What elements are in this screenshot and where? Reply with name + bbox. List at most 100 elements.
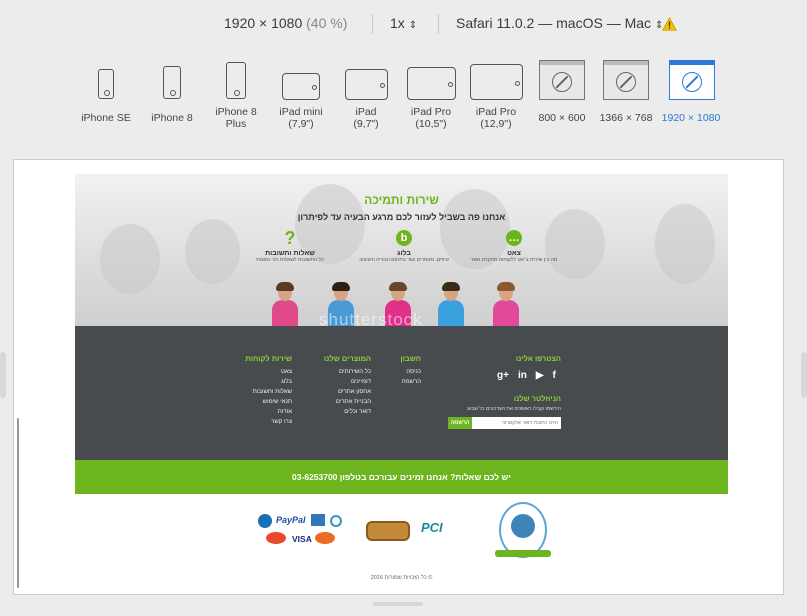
footer-link[interactable]: כניסה (371, 367, 421, 377)
footer-link[interactable]: אודות (230, 407, 292, 417)
device-label: 1366 × 768 (599, 112, 653, 124)
newsletter-desc: הירשמו וקבלו ראשונים את העדכונים כל שבוע (467, 406, 561, 412)
linkedin-icon[interactable]: in (518, 370, 527, 381)
side-handle-right[interactable] (801, 352, 807, 398)
device-sublabel: (7,9") (288, 118, 314, 130)
device-sublabel: (9,7") (353, 118, 379, 130)
browser-value: Safari 11.0.2 — macOS — Mac (456, 15, 652, 31)
footer-products: המוצרים שלנו כל השירותים דומיינים אחסון … (311, 354, 371, 417)
footer-link[interactable]: שאלות ותשובות (230, 387, 292, 397)
tablet-icon (345, 69, 388, 100)
feature-desc: כל התשובות לשאלות הכי נפוצות (256, 257, 324, 263)
pci-logo: PCI (421, 520, 443, 535)
scrollbar[interactable] (17, 418, 19, 588)
compass-icon (616, 72, 636, 92)
mastercard-logo (315, 532, 335, 544)
device-label: 1920 × 1080 (661, 112, 721, 124)
device-sublabel: (12,9") (480, 118, 512, 130)
compass-icon (682, 72, 702, 92)
footer-link[interactable]: הרשמה (371, 377, 421, 387)
device-label: iPad Pro (410, 106, 452, 118)
footer-link[interactable]: כל השירותים (311, 367, 371, 377)
seal-ribbon (495, 550, 551, 557)
feature-desc: טיפים, מאמרים ועוד בתחום הבנייה והעיצוב (359, 257, 449, 263)
browser-selector[interactable]: Safari 11.0.2 — macOS — Mac ⇕ (456, 15, 663, 31)
website-preview: שירות ותמיכה אנחנו פה בשביל לעזור לכם מר… (75, 174, 728, 592)
footer-link[interactable]: הבניית אתרים (311, 397, 371, 407)
footer-link[interactable]: אחסון אתרים (311, 387, 371, 397)
resolution-label[interactable]: 1920 × 1080 (40 %) (224, 15, 347, 31)
googleplus-icon[interactable]: g+ (497, 370, 509, 381)
photo-person (436, 282, 466, 326)
device-label: iPhone SE (81, 112, 131, 124)
toolbar-divider (372, 14, 373, 34)
device-picker: iPhone SE iPhone 8 iPhone 8 Plus iPad mi… (0, 58, 807, 138)
phone-icon (98, 69, 114, 99)
compass-icon (552, 72, 572, 92)
device-label: 800 × 600 (538, 112, 586, 124)
toolbar-divider (438, 14, 439, 34)
tablet-icon (470, 64, 523, 100)
footer-account: חשבון כניסה הרשמה (371, 354, 421, 387)
newsletter-title: הניוזלטר שלנו (513, 394, 561, 403)
background-person (185, 219, 240, 284)
resolution-value: 1920 × 1080 (224, 15, 303, 31)
device-label: iPhone 8 (151, 112, 193, 124)
blog-icon: b (396, 230, 412, 246)
question-icon: ? (284, 228, 296, 248)
visa-logo: VISA (292, 534, 312, 544)
hero-section: שירות ותמיכה אנחנו פה בשביל לעזור לכם מר… (75, 174, 728, 329)
device-label: iPad (355, 106, 377, 118)
resize-handle[interactable] (373, 602, 423, 606)
monitor-icon (603, 60, 649, 100)
footer-link[interactable]: בלוג (230, 377, 292, 387)
scale-selector[interactable]: 1x ⇕ (390, 15, 417, 31)
photo-person (270, 282, 300, 326)
footer-join: הצטרפו אלינו (497, 354, 561, 367)
footer-link[interactable]: תנאי שימוש (230, 397, 292, 407)
contact-banner: יש לכם שאלות? אנחנו זמינים עבורכם בטלפון… (75, 460, 728, 494)
paypal-logo: PayPal (276, 515, 306, 525)
footer-link[interactable]: צרו קשר (230, 417, 292, 427)
facebook-icon[interactable]: f (553, 370, 556, 381)
feature-title: צאט (507, 250, 521, 257)
globe-icon (258, 514, 272, 528)
device-label: iPhone 8 (215, 106, 257, 118)
footer-col-title: המוצרים שלנו (323, 354, 371, 363)
footer-col-title: שירות לקוחות (245, 354, 292, 363)
hero-title: שירות ותמיכה (364, 193, 439, 207)
newsletter-email-input[interactable] (472, 417, 561, 429)
maestro-logo (266, 532, 286, 544)
youtube-icon[interactable]: ▶ (536, 370, 544, 381)
side-handle-left[interactable] (0, 352, 6, 398)
device-label: iPad Pro (475, 106, 517, 118)
hero-subtitle: אנחנו פה בשביל לעזור לכם מרגע הבעיה עד ל… (297, 212, 506, 222)
footer-link[interactable]: דואר וכלים (311, 407, 371, 417)
device-sublabel: Plus (225, 118, 247, 130)
zoom-value: (40 %) (306, 15, 348, 31)
feature-desc: מה בין שירות צ׳אט ללקוחות מתקדם אשר (470, 257, 558, 263)
feature-faq[interactable]: ? שאלות ותשובות כל התשובות לשאלות הכי נפ… (235, 228, 345, 264)
tablet-icon (282, 73, 320, 100)
device-label: iPad mini (279, 106, 323, 118)
footer-col-title: חשבון (400, 354, 421, 363)
feature-title: שאלות ותשובות (265, 250, 315, 257)
site-footer: הצטרפו אלינו g+ in ▶ f הניוזלטר שלנו היר… (75, 326, 728, 460)
phone-icon (226, 62, 246, 99)
copyright: 2016 כל הזכויות שמורות © (370, 575, 433, 581)
chat-icon: … (506, 230, 522, 246)
footer-link[interactable]: צאט (230, 367, 292, 377)
scale-value: 1x (390, 15, 405, 31)
ssl-badge (366, 521, 410, 541)
feature-chat[interactable]: … צאט מה בין שירות צ׳אט ללקוחות מתקדם אש… (459, 230, 569, 264)
amex-logo (311, 514, 325, 526)
feature-blog[interactable]: b בלוג טיפים, מאמרים ועוד בתחום הבנייה ו… (349, 230, 459, 264)
register-button[interactable]: הרשמה (448, 417, 472, 429)
footer-link[interactable]: דומיינים (311, 377, 371, 387)
warning-icon[interactable] (662, 17, 677, 31)
photo-person (491, 282, 521, 326)
social-links: g+ in ▶ f (497, 370, 556, 381)
tablet-icon (407, 67, 456, 100)
chevron-updown-icon: ⇕ (408, 20, 418, 31)
footer-customer-service: שירות לקוחות צאט בלוג שאלות ותשובות תנאי… (230, 354, 292, 427)
